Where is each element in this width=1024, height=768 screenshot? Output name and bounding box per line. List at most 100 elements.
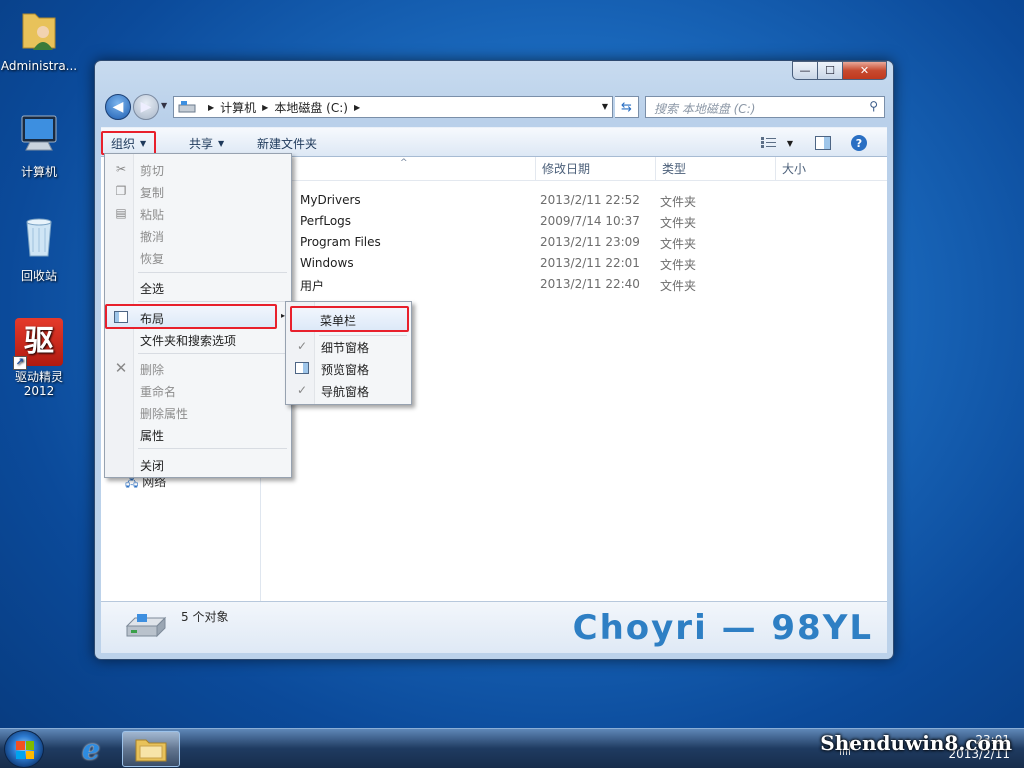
- windows-logo-icon: [16, 741, 34, 759]
- organize-label: 组织: [111, 136, 136, 151]
- menu-item-cut[interactable]: ✂ 剪切: [107, 158, 289, 180]
- menu-item-properties[interactable]: 属性: [107, 423, 289, 445]
- desktop-icon-administrator[interactable]: Administra...: [0, 6, 78, 73]
- refresh-icon: ⇆: [621, 99, 632, 115]
- menu-item-label: 删除: [140, 363, 165, 377]
- menu-item-label: 复制: [140, 186, 165, 200]
- file-name: Program Files: [300, 235, 381, 249]
- menu-item-label: 重命名: [140, 385, 177, 399]
- chevron-down-icon: ▼: [140, 138, 147, 148]
- recent-pages-dropdown[interactable]: ▼: [161, 101, 167, 110]
- new-folder-label: 新建文件夹: [257, 136, 318, 151]
- new-folder-button[interactable]: 新建文件夹: [249, 133, 325, 153]
- organize-menu: ✂ 剪切 ❐ 复制 ▤ 粘贴 撤消 恢复 全选 布局 ▸ 文件夹和搜索选项 ✕ 删除 重…: [104, 153, 292, 478]
- address-dropdown-icon[interactable]: ▼: [602, 102, 608, 111]
- desktop-icon-label: 回收站: [20, 269, 57, 283]
- desktop-icon-driver-genius[interactable]: 驱 ↗ 驱动精灵 2012: [0, 318, 78, 398]
- menu-item-label: 删除属性: [140, 407, 189, 421]
- back-button[interactable]: ◀: [105, 94, 131, 120]
- menu-item-undo[interactable]: 撤消: [107, 224, 289, 246]
- file-row[interactable]: MyDrivers 2013/2/11 22:52 文件夹: [262, 190, 887, 211]
- desktop-icon-computer[interactable]: 计算机: [0, 112, 78, 180]
- caption-buttons: — ☐ ✕: [792, 61, 887, 80]
- file-row[interactable]: Program Files 2013/2/11 23:09 文件夹: [262, 232, 887, 253]
- taskbar-internet-explorer[interactable]: e: [62, 731, 120, 767]
- navigation-bar: ◀ ▶ ▼ ▶ 计算机 ▶ 本地磁盘 (C:) ▶ ▼ ⇆ 搜索 本地磁盘 (C…: [103, 93, 885, 121]
- column-name[interactable]: ^ 名称: [262, 157, 535, 181]
- menu-item-label: 剪切: [140, 164, 165, 178]
- internet-explorer-icon: e: [82, 732, 100, 766]
- help-button[interactable]: ?: [849, 134, 869, 152]
- search-input[interactable]: 搜索 本地磁盘 (C:) ⚲: [645, 96, 885, 118]
- file-type: 文件夹: [660, 195, 697, 209]
- start-button[interactable]: [4, 730, 44, 768]
- layout-submenu: 菜单栏 ✓ 细节窗格 预览窗格 ✓ 导航窗格: [285, 301, 412, 405]
- recycle-bin-icon: [26, 218, 52, 257]
- menu-item-copy[interactable]: ❐ 复制: [107, 180, 289, 202]
- search-icon[interactable]: ⚲: [869, 99, 878, 113]
- column-headers: ^ 名称 修改日期 类型 大小: [262, 157, 887, 181]
- menu-item-preview-pane[interactable]: 预览窗格: [288, 357, 409, 379]
- column-size[interactable]: 大小: [775, 157, 875, 181]
- menu-item-navigation-pane[interactable]: ✓ 导航窗格: [288, 379, 409, 401]
- breadcrumb-computer[interactable]: 计算机: [220, 99, 256, 116]
- menu-item-select-all[interactable]: 全选: [107, 276, 289, 298]
- menu-item-label: 全选: [140, 282, 165, 296]
- menu-separator: [138, 272, 287, 273]
- file-type: 文件夹: [660, 258, 697, 272]
- menu-item-label: 文件夹和搜索选项: [140, 334, 237, 348]
- file-row[interactable]: PerfLogs 2009/7/14 10:37 文件夹: [262, 211, 887, 232]
- forward-button[interactable]: ▶: [133, 94, 159, 120]
- help-icon: ?: [851, 135, 867, 151]
- file-row[interactable]: Windows 2013/2/11 22:01 文件夹: [262, 253, 887, 274]
- menu-item-folder-options[interactable]: 文件夹和搜索选项: [107, 328, 289, 350]
- user-folder-icon: [22, 13, 56, 50]
- computer-icon: [21, 115, 57, 151]
- desktop-icon-label: Administra...: [0, 59, 78, 73]
- paste-icon: ▤: [115, 206, 127, 220]
- column-type[interactable]: 类型: [655, 157, 775, 181]
- copy-icon: ❐: [115, 184, 127, 198]
- layout-icon: [113, 309, 129, 325]
- breadcrumb-separator-icon[interactable]: ▶: [262, 103, 268, 112]
- taskbar-explorer[interactable]: [122, 731, 180, 767]
- view-options-button[interactable]: ▼: [757, 134, 797, 152]
- shortcut-arrow-icon: ↗: [13, 356, 27, 370]
- maximize-button[interactable]: ☐: [818, 61, 843, 80]
- menu-item-layout[interactable]: 布局: [105, 304, 277, 329]
- driver-genius-icon: 驱 ↗: [13, 318, 63, 370]
- breadcrumb-separator-icon[interactable]: ▶: [208, 103, 214, 112]
- checkmark-icon: ✓: [296, 339, 308, 353]
- details-pane: 5 个对象 Choyri — 98YL: [101, 601, 887, 653]
- menu-item-delete[interactable]: ✕ 删除: [107, 357, 289, 379]
- menu-item-rename[interactable]: 重命名: [107, 379, 289, 401]
- share-button[interactable]: 共享 ▼: [181, 133, 232, 153]
- minimize-button[interactable]: —: [792, 61, 818, 80]
- column-size-label: 大小: [782, 162, 807, 176]
- menu-item-remove-properties[interactable]: 删除属性: [107, 401, 289, 423]
- close-button[interactable]: ✕: [843, 61, 887, 80]
- chevron-down-icon: ▼: [218, 138, 225, 148]
- menu-item-label: 布局: [140, 312, 165, 326]
- desktop-icon-recycle-bin[interactable]: 回收站: [0, 214, 78, 284]
- address-bar[interactable]: ▶ 计算机 ▶ 本地磁盘 (C:) ▶ ▼: [173, 96, 613, 118]
- file-name: Windows: [300, 256, 354, 270]
- preview-pane-button[interactable]: [813, 134, 833, 152]
- menu-item-label: 属性: [140, 429, 165, 443]
- column-date[interactable]: 修改日期: [535, 157, 655, 181]
- menu-item-redo[interactable]: 恢复: [107, 246, 289, 268]
- refresh-button[interactable]: ⇆: [615, 96, 639, 118]
- chevron-down-icon: ▼: [786, 138, 794, 148]
- breadcrumb-separator-icon[interactable]: ▶: [354, 103, 360, 112]
- menu-item-label: 撤消: [140, 230, 165, 244]
- menu-item-close[interactable]: 关闭: [107, 453, 289, 475]
- menu-item-paste[interactable]: ▤ 粘贴: [107, 202, 289, 224]
- file-type: 文件夹: [660, 237, 697, 251]
- watermark-text: Choyri — 98YL: [572, 608, 873, 648]
- menu-item-details-pane[interactable]: ✓ 细节窗格: [288, 335, 409, 357]
- breadcrumb-local-disk[interactable]: 本地磁盘 (C:): [274, 99, 348, 116]
- organize-button[interactable]: 组织 ▼: [101, 131, 157, 155]
- menu-item-menu-bar[interactable]: 菜单栏: [290, 306, 409, 332]
- file-row[interactable]: 用户 2013/2/11 22:40 文件夹: [262, 274, 887, 295]
- menu-separator: [138, 301, 287, 302]
